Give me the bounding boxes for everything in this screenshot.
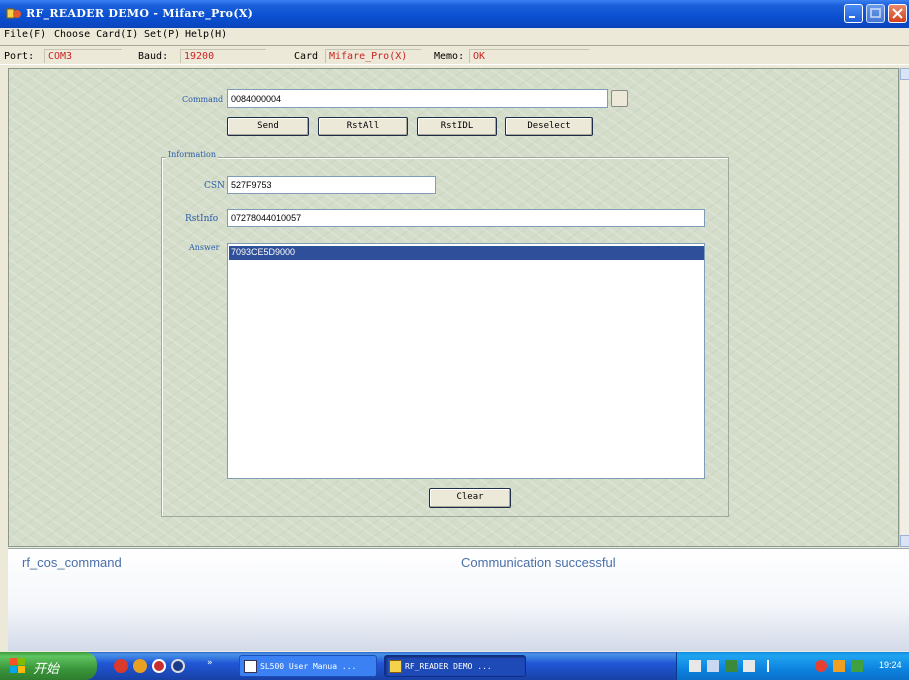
rstall-button[interactable]: RstAll	[318, 117, 408, 136]
answer-label: Answer	[189, 243, 220, 252]
app-icon	[389, 660, 402, 673]
document-icon	[244, 660, 257, 673]
scroll-up-arrow-icon[interactable]	[900, 68, 909, 80]
command-label: Command	[182, 95, 224, 104]
app-icon	[6, 8, 21, 19]
status-pane: rf_cos_command Communication successful	[8, 548, 909, 651]
start-label: 开始	[33, 662, 60, 677]
card-label: Card	[294, 51, 319, 62]
port-label: Port:	[4, 51, 35, 62]
menu-set[interactable]: Set(P)	[144, 29, 180, 40]
command-input[interactable]	[227, 89, 608, 108]
system-tray: 19:24	[676, 652, 909, 680]
information-group-title: Information	[166, 150, 219, 159]
start-button[interactable]: 开始	[0, 652, 97, 680]
port-value: COM3	[44, 49, 122, 63]
minimize-button[interactable]	[844, 4, 863, 23]
status-message: Communication successful	[461, 555, 616, 570]
taskbar-item-rf-reader[interactable]: RF_READER DEMO ...	[384, 655, 526, 677]
quicklaunch-overflow-icon[interactable]: »	[207, 658, 212, 668]
csn-field[interactable]	[227, 176, 436, 194]
quicklaunch-icon-4[interactable]	[171, 659, 185, 673]
window-title: RF_READER DEMO - Mifare_Pro(X)	[26, 7, 254, 20]
tray-app-icon[interactable]	[851, 660, 863, 672]
answer-list[interactable]: 7093CE5D9000	[227, 243, 705, 479]
scroll-down-arrow-icon[interactable]	[900, 535, 909, 547]
baud-label: Baud:	[138, 51, 169, 62]
rstinfo-field[interactable]	[227, 209, 705, 227]
volume-icon[interactable]	[833, 660, 845, 672]
network-icon[interactable]	[725, 660, 737, 672]
close-icon	[892, 8, 903, 19]
rstidl-button[interactable]: RstIDL	[417, 117, 497, 136]
menu-bar: File(F) Choose Card(I) Set(P) Help(H)	[0, 28, 909, 43]
quicklaunch-icon-2[interactable]	[133, 659, 147, 673]
card-value: Mifare_Pro(X)	[325, 49, 421, 63]
memo-label: Memo:	[434, 51, 465, 62]
taskbar-item-label: RF_READER DEMO ...	[405, 662, 492, 671]
command-browse-button[interactable]	[611, 90, 628, 107]
quicklaunch-icon-3[interactable]	[152, 659, 166, 673]
maximize-icon	[870, 8, 881, 18]
clock[interactable]: 19:24	[879, 660, 902, 670]
minimize-icon	[849, 16, 855, 18]
csn-label: CSN	[204, 181, 225, 191]
quicklaunch-icon-1[interactable]	[114, 659, 128, 673]
deselect-button[interactable]: Deselect	[505, 117, 593, 136]
clear-button[interactable]: Clear	[429, 488, 511, 508]
tray-divider-icon	[767, 660, 779, 672]
security-icon[interactable]	[815, 660, 827, 672]
memo-value: OK	[469, 49, 589, 63]
menu-choose-card[interactable]: Choose Card(I)	[54, 29, 138, 40]
status-function-name: rf_cos_command	[22, 555, 122, 570]
pen-icon[interactable]	[707, 660, 719, 672]
keyboard-icon[interactable]	[689, 660, 701, 672]
maximize-button[interactable]	[866, 4, 885, 23]
send-button[interactable]: Send	[227, 117, 309, 136]
baud-value: 19200	[180, 49, 266, 63]
vertical-scrollbar[interactable]	[899, 68, 909, 547]
windows-logo-icon	[10, 658, 25, 673]
close-button[interactable]	[888, 4, 907, 23]
taskbar: 开始 » SL500 User Manua ... RF_READER DEMO…	[0, 652, 909, 680]
rstinfo-label: RstInfo	[185, 214, 219, 224]
help-icon[interactable]	[743, 660, 755, 672]
title-bar: RF_READER DEMO - Mifare_Pro(X)	[0, 0, 909, 28]
answer-list-item[interactable]: 7093CE5D9000	[229, 246, 704, 260]
taskbar-item-manual[interactable]: SL500 User Manua ...	[239, 655, 377, 677]
menu-help[interactable]: Help(H)	[185, 29, 227, 40]
taskbar-item-label: SL500 User Manua ...	[260, 662, 357, 671]
connection-info-bar: Port: COM3 Baud: 19200 Card Mifare_Pro(X…	[0, 45, 909, 65]
menu-file[interactable]: File(F)	[4, 29, 46, 40]
